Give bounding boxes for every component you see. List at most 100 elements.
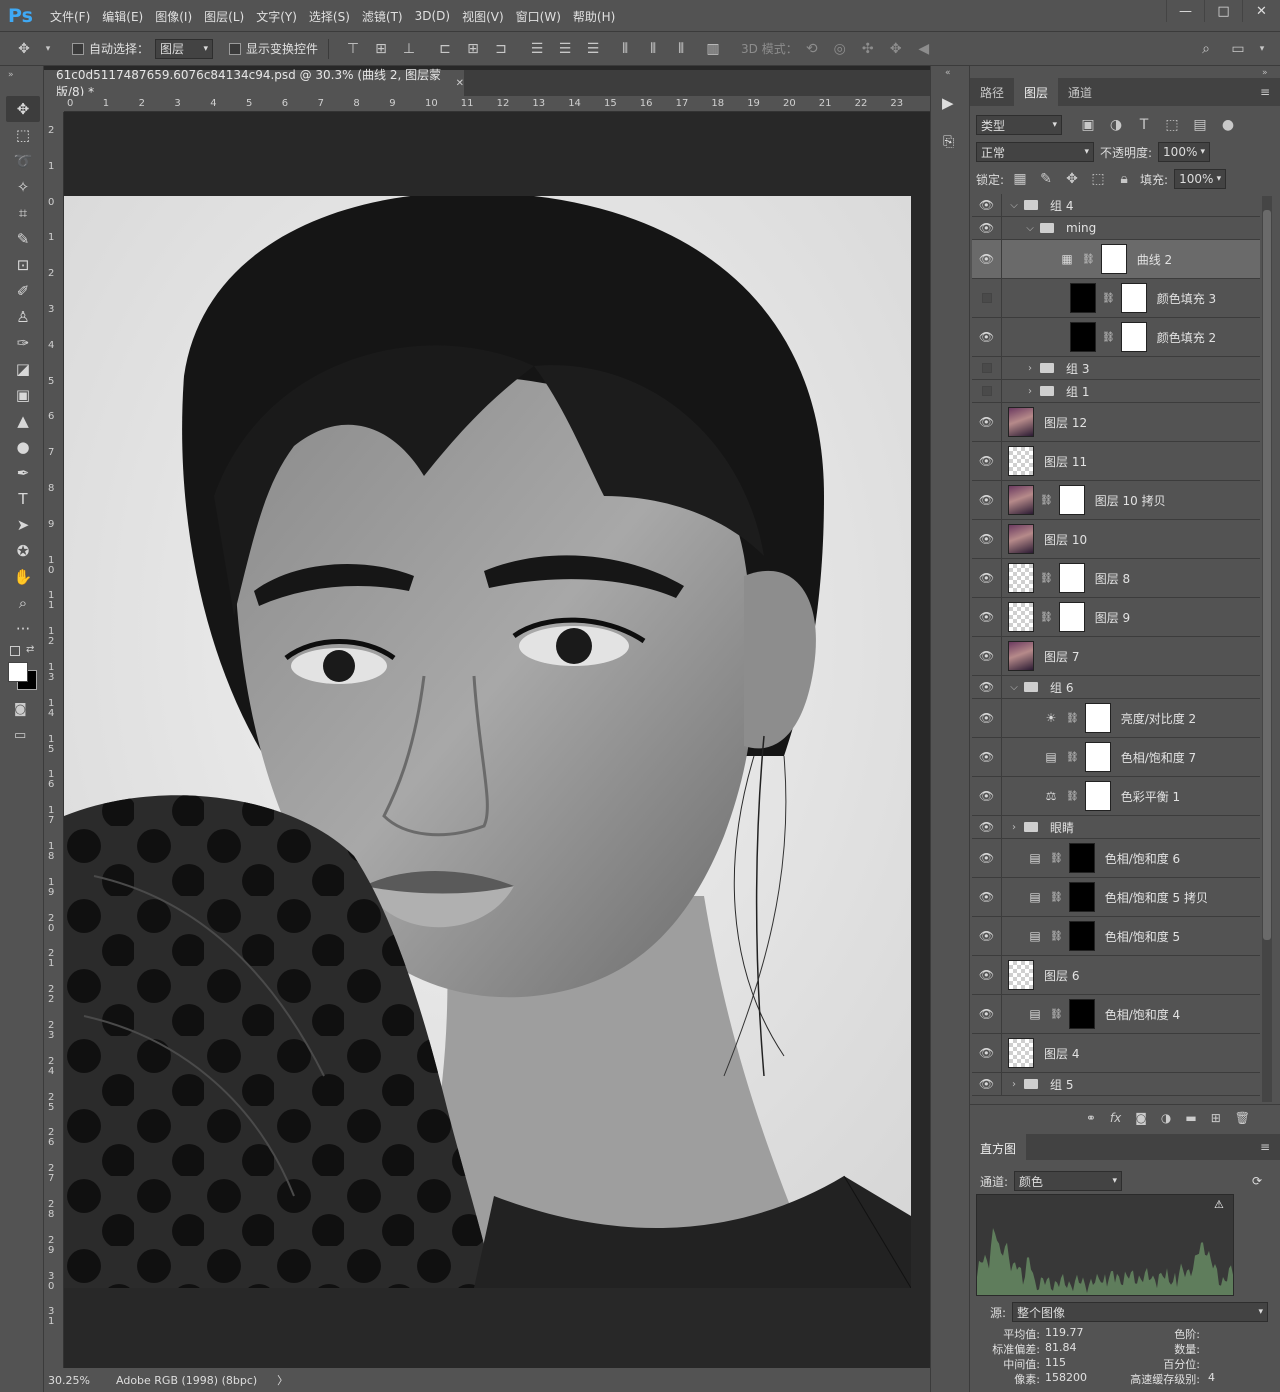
shape-tool-icon[interactable]: ✪: [6, 538, 40, 564]
auto-select-dropdown[interactable]: 图层 ▾: [155, 38, 214, 59]
layer-mask-thumbnail[interactable]: [1068, 921, 1095, 951]
slide-3d-icon[interactable]: ✥: [888, 41, 904, 57]
layer-row[interactable]: 👁︎ 图层 4: [972, 1034, 1260, 1073]
layer-mask-thumbnail[interactable]: [1100, 244, 1127, 274]
refresh-icon[interactable]: ⟳: [1252, 1174, 1262, 1188]
layer-row[interactable]: 👁︎ ▤ ⛓ 色相/饱和度 5: [972, 917, 1260, 956]
layer-mask-thumbnail[interactable]: [1084, 703, 1111, 733]
stamp-tool-icon[interactable]: ♙: [6, 304, 40, 330]
lasso-tool-icon[interactable]: ➰: [6, 148, 40, 174]
layer-row[interactable]: 👁︎ 图层 11: [972, 442, 1260, 481]
layer-row[interactable]: 👁︎ ☀ ⛓ 亮度/对比度 2: [972, 699, 1260, 738]
layer-row[interactable]: 👁︎ 图层 12: [972, 403, 1260, 442]
filter-adjustment-icon[interactable]: ◑: [1108, 117, 1124, 133]
align-bottom-icon[interactable]: ⊥: [401, 41, 417, 57]
menu-item[interactable]: 3D(D): [409, 9, 456, 23]
eye-icon[interactable]: 👁︎: [972, 403, 1002, 441]
eye-icon[interactable]: 👁︎: [972, 240, 1002, 278]
distribute-right-icon[interactable]: ⦀: [673, 41, 689, 57]
layer-mask-thumbnail[interactable]: [1120, 283, 1147, 313]
distribute-hcenter-icon[interactable]: ⦀: [645, 41, 661, 57]
link-icon[interactable]: ⛓: [1102, 332, 1115, 343]
healing-brush-icon[interactable]: ⊡: [6, 252, 40, 278]
expand-dock-icon[interactable]: «: [945, 68, 951, 78]
move-tool-icon[interactable]: ✥: [16, 41, 32, 57]
filter-toggle-icon[interactable]: ●: [1220, 117, 1236, 133]
path-selection-icon[interactable]: ➤: [6, 512, 40, 538]
chevron-down-icon[interactable]: ⌵: [1008, 682, 1020, 693]
layer-row[interactable]: 👁︎ 图层 7: [972, 637, 1260, 676]
layer-row[interactable]: › 组 1: [972, 380, 1260, 403]
histogram-menu-icon[interactable]: ≡: [1260, 1134, 1270, 1160]
layer-filter-dropdown[interactable]: 类型 ▾: [976, 115, 1062, 135]
link-icon[interactable]: ⛓: [1066, 752, 1079, 763]
eye-icon[interactable]: 👁︎: [972, 777, 1002, 815]
lock-transparent-icon[interactable]: ▦: [1012, 171, 1028, 187]
eye-icon[interactable]: 👁︎: [972, 917, 1002, 955]
show-transform-option[interactable]: 显示变换控件: [229, 40, 318, 57]
tab-histogram[interactable]: 直方图: [970, 1134, 1027, 1162]
type-tool-icon[interactable]: T: [6, 486, 40, 512]
filter-shape-icon[interactable]: ⬚: [1164, 117, 1180, 133]
layer-row[interactable]: 👁︎ ⚖ ⛓ 色彩平衡 1: [972, 777, 1260, 816]
blur-tool-icon[interactable]: ▲: [6, 408, 40, 434]
status-menu-icon[interactable]: 〉: [277, 1372, 288, 1388]
layer-row[interactable]: 👁︎ ⌵ 组 4: [972, 194, 1260, 217]
marquee-tool-icon[interactable]: ⬚: [6, 122, 40, 148]
layer-row[interactable]: 👁︎ ⌵ 组 6: [972, 676, 1260, 699]
eye-icon[interactable]: 👁︎: [972, 559, 1002, 597]
eyedropper-icon[interactable]: ✎: [6, 226, 40, 252]
maximize-button[interactable]: □: [1204, 0, 1242, 22]
layer-style-icon[interactable]: fx: [1110, 1111, 1121, 1125]
eye-icon[interactable]: 👁︎: [972, 676, 1002, 698]
brush-tool-icon[interactable]: ✐: [6, 278, 40, 304]
layer-mask-thumbnail[interactable]: [1068, 999, 1095, 1029]
tab-paths[interactable]: 路径: [970, 78, 1014, 106]
layer-row[interactable]: 👁︎ ▦ ⛓ 曲线 2: [972, 240, 1260, 279]
layer-row[interactable]: ⛓ 颜色填充 3: [972, 279, 1260, 318]
align-vcenter-icon[interactable]: ⊞: [373, 41, 389, 57]
collapse-toolbar-icon[interactable]: »: [8, 70, 14, 80]
eye-icon[interactable]: 👁︎: [972, 995, 1002, 1033]
eye-icon[interactable]: 👁︎: [972, 481, 1002, 519]
eye-icon[interactable]: 👁︎: [972, 956, 1002, 994]
filter-smart-object-icon[interactable]: ▤: [1192, 117, 1208, 133]
link-icon[interactable]: ⛓: [1040, 612, 1053, 623]
chevron-right-icon[interactable]: ›: [1024, 386, 1036, 397]
align-left-icon[interactable]: ⊏: [437, 41, 453, 57]
layer-row[interactable]: 👁︎ ▤ ⛓ 色相/饱和度 5 拷贝: [972, 878, 1260, 917]
move-tool-icon[interactable]: ✥: [6, 96, 40, 122]
link-icon[interactable]: ⛓: [1040, 573, 1053, 584]
delete-layer-icon[interactable]: 🗑︎: [1235, 1111, 1250, 1125]
blend-mode-dropdown[interactable]: 正常 ▾: [976, 142, 1094, 162]
link-icon[interactable]: ⛓: [1066, 713, 1079, 724]
search-icon[interactable]: ⌕: [1198, 41, 1214, 57]
filter-pixel-icon[interactable]: ▣: [1080, 117, 1096, 133]
menu-item[interactable]: 帮助(H): [567, 8, 621, 25]
lock-position-icon[interactable]: ✥: [1064, 171, 1080, 187]
dodge-tool-icon[interactable]: ●: [6, 434, 40, 460]
eye-icon[interactable]: 👁︎: [972, 699, 1002, 737]
gradient-tool-icon[interactable]: ▣: [6, 382, 40, 408]
menu-item[interactable]: 滤镜(T): [356, 8, 409, 25]
camera-3d-icon[interactable]: ◀: [916, 41, 932, 57]
layer-row[interactable]: 👁︎ ⛓ 图层 9: [972, 598, 1260, 637]
default-colors-icon[interactable]: [10, 646, 20, 656]
eye-icon[interactable]: 👁︎: [972, 637, 1002, 675]
layer-row[interactable]: › 组 3: [972, 357, 1260, 380]
warning-icon[interactable]: ⚠: [1214, 1198, 1224, 1211]
eye-icon[interactable]: 👁︎: [972, 318, 1002, 356]
tab-channels[interactable]: 通道: [1058, 78, 1102, 106]
menu-item[interactable]: 文字(Y): [250, 8, 303, 25]
foreground-color-swatch[interactable]: [8, 662, 28, 682]
layer-mask-thumbnail[interactable]: [1058, 485, 1085, 515]
eye-icon[interactable]: 👁︎: [972, 1073, 1002, 1095]
layer-row[interactable]: 👁︎ ⛓ 图层 10 拷贝: [972, 481, 1260, 520]
eye-icon[interactable]: 👁︎: [972, 738, 1002, 776]
layer-row[interactable]: 👁︎ ⛓ 颜色填充 2: [972, 318, 1260, 357]
canvas-image[interactable]: [64, 196, 911, 1288]
opacity-input[interactable]: 100% ▾: [1158, 142, 1211, 162]
hidden-eye-icon[interactable]: [972, 279, 1002, 317]
eye-icon[interactable]: 👁︎: [972, 1034, 1002, 1072]
new-group-icon[interactable]: ▬: [1185, 1111, 1196, 1125]
